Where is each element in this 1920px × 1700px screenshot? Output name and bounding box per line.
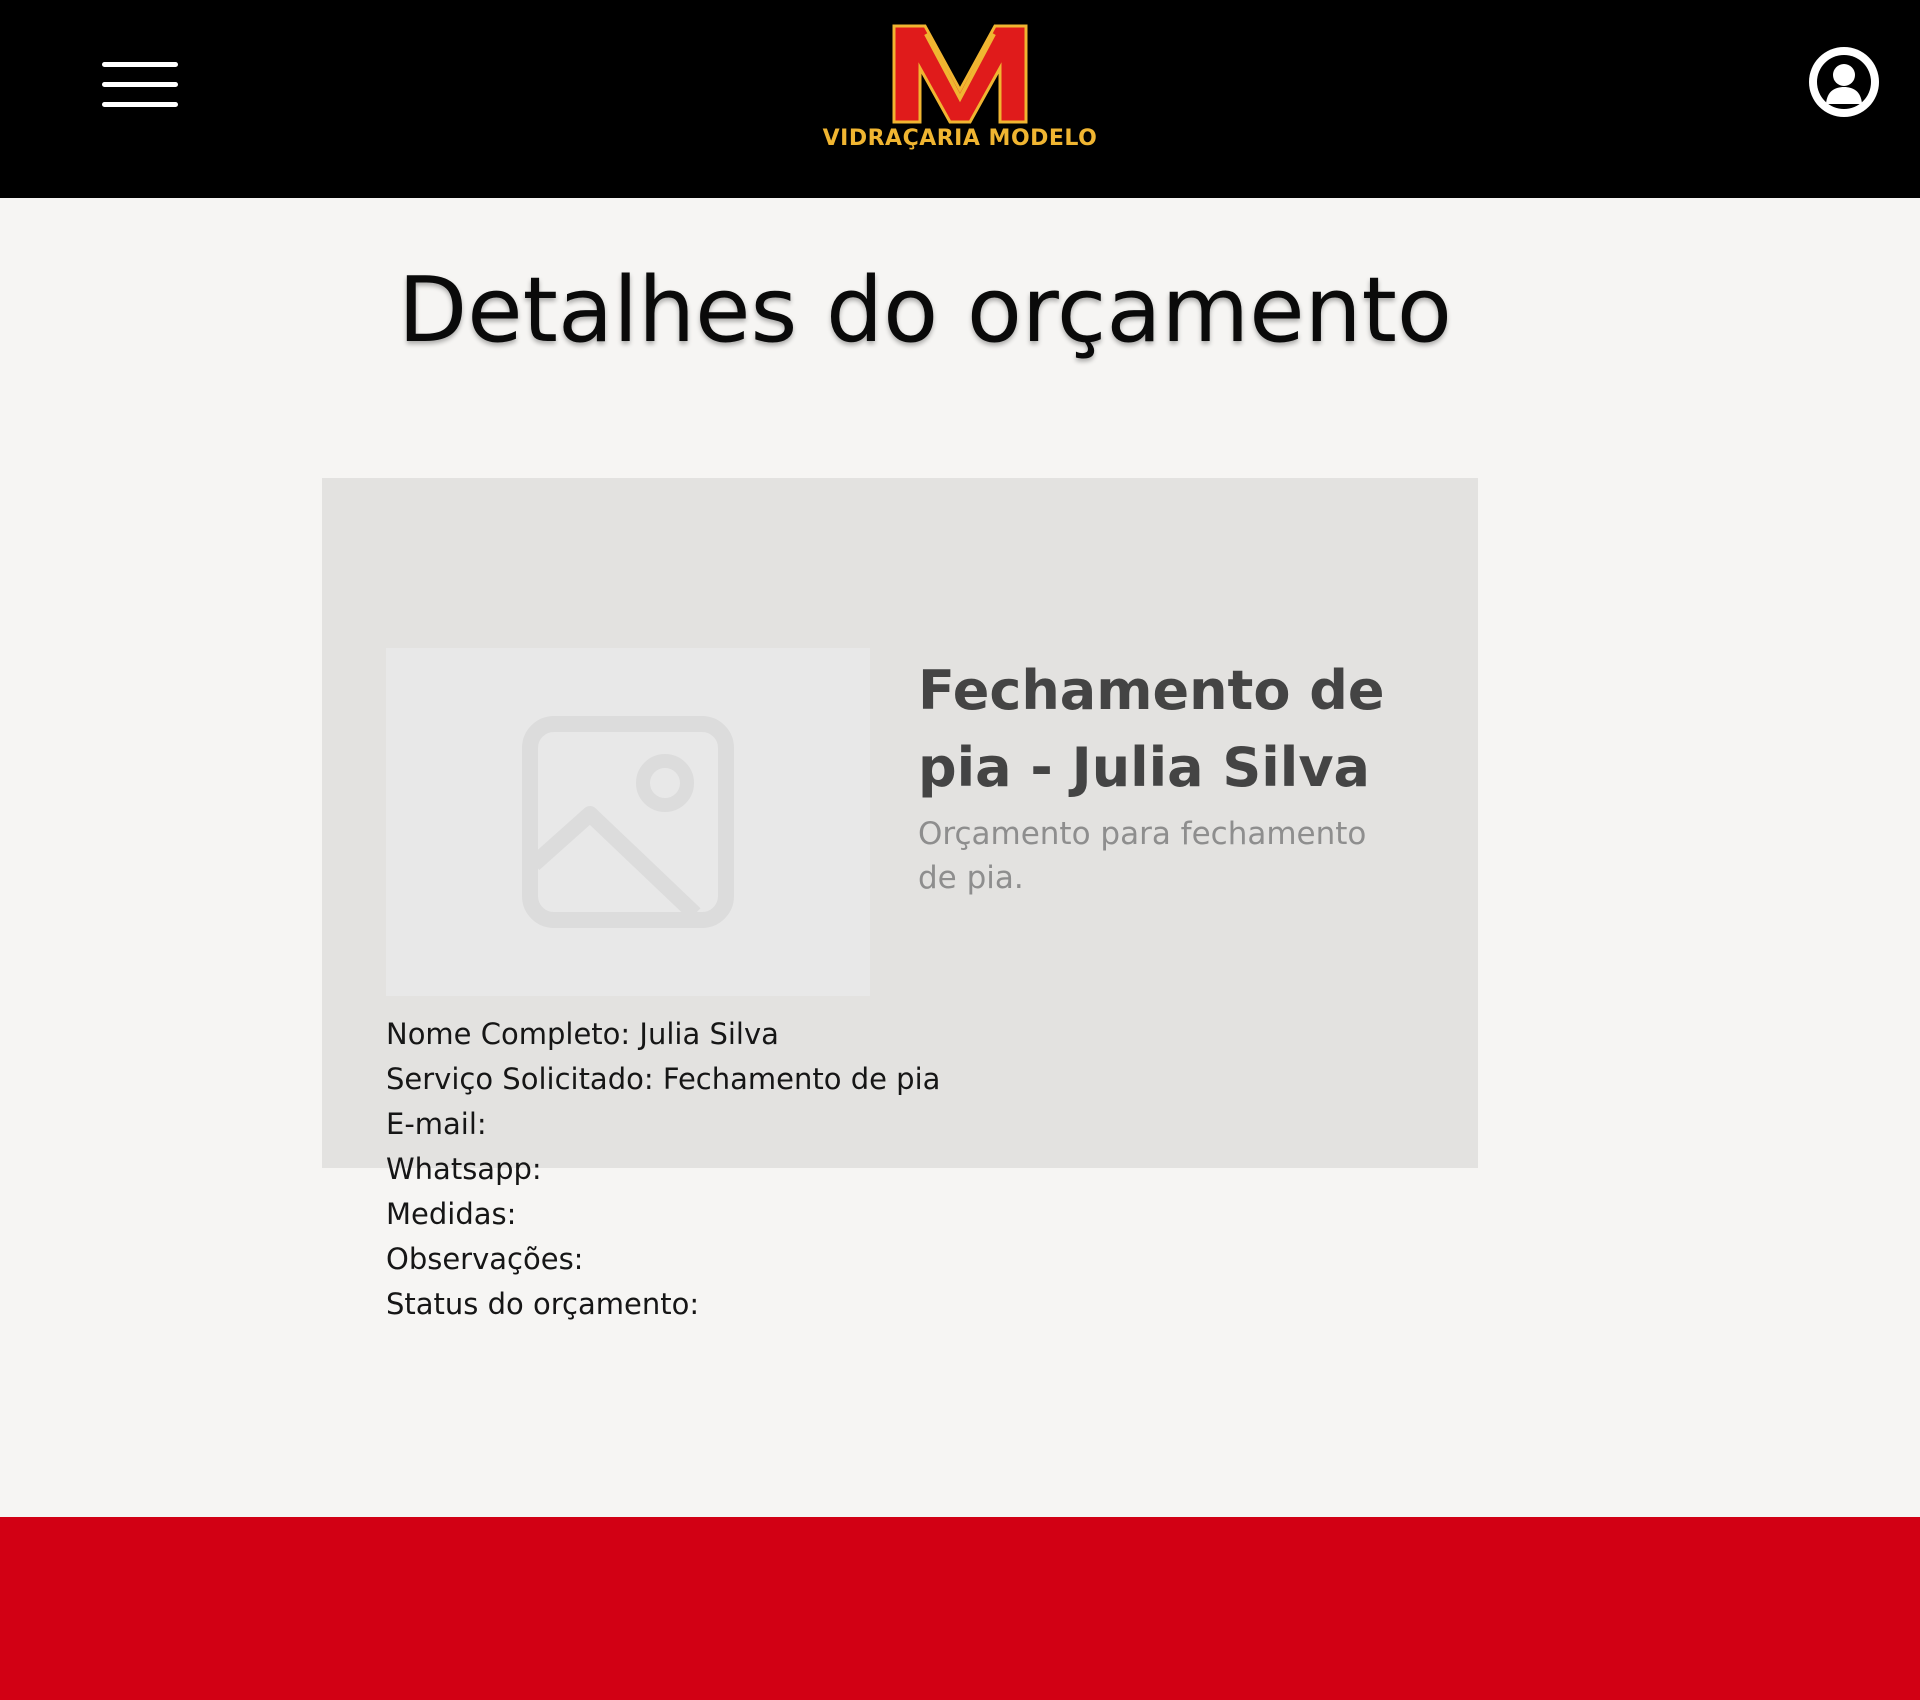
logo-m-icon — [892, 24, 1028, 124]
site-header: VIDRAÇARIA MODELO — [0, 0, 1920, 198]
service-title: Fechamento de pia - Julia Silva — [918, 659, 1385, 799]
quote-image — [386, 648, 870, 996]
detail-observations: Observações: — [386, 1237, 940, 1282]
detail-label: Whatsapp: — [386, 1152, 542, 1186]
hamburger-menu-button[interactable] — [98, 58, 180, 112]
detail-value: Fechamento de pia — [662, 1062, 941, 1096]
site-footer — [0, 1517, 1920, 1700]
detail-value: Julia Silva — [639, 1017, 779, 1051]
logo-text: VIDRAÇARIA MODELO — [822, 126, 1098, 151]
detail-service: Serviço Solicitado: Fechamento de pia — [386, 1057, 940, 1102]
detail-email: E-mail: — [386, 1102, 940, 1147]
detail-measures: Medidas: — [386, 1192, 940, 1237]
menu-line — [102, 82, 178, 87]
detail-label: Serviço Solicitado: — [386, 1062, 654, 1096]
menu-line — [102, 62, 178, 67]
detail-label: E-mail: — [386, 1107, 487, 1141]
site-logo[interactable]: VIDRAÇARIA MODELO — [822, 20, 1098, 160]
page-title: Detalhes do orçamento — [398, 258, 1452, 363]
service-description: Orçamento para fechamento de pia. — [918, 816, 1367, 896]
detail-whatsapp: Whatsapp: — [386, 1147, 940, 1192]
detail-label: Observações: — [386, 1242, 584, 1276]
detail-label: Status do orçamento: — [386, 1287, 700, 1321]
user-avatar-button[interactable] — [1808, 46, 1880, 118]
menu-line — [102, 102, 178, 107]
quote-details-list: Nome Completo: Julia Silva Serviço Solic… — [386, 1012, 940, 1327]
detail-label: Nome Completo: — [386, 1017, 631, 1051]
user-avatar-icon — [1809, 47, 1879, 117]
detail-status: Status do orçamento: — [386, 1282, 940, 1327]
detail-label: Medidas: — [386, 1197, 517, 1231]
detail-full-name: Nome Completo: Julia Silva — [386, 1012, 940, 1057]
image-placeholder-icon — [522, 716, 734, 928]
